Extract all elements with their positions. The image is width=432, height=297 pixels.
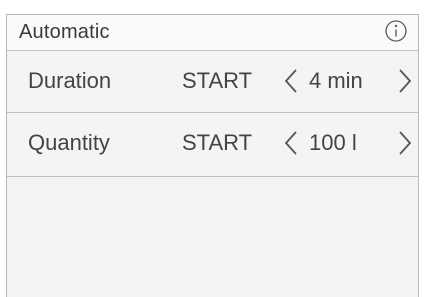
quantity-increase-chevron-right-icon[interactable]: [397, 129, 413, 157]
quantity-decrease-chevron-left-icon[interactable]: [283, 129, 299, 157]
quantity-row: Quantity START 100 l: [7, 113, 418, 177]
panel-header: Automatic: [7, 15, 418, 51]
duration-start-button[interactable]: START: [182, 68, 252, 94]
quantity-label: Quantity: [28, 130, 110, 155]
duration-decrease-chevron-left-icon[interactable]: [283, 67, 299, 95]
quantity-value: 100 l: [309, 130, 357, 155]
duration-value: 4 min: [309, 68, 363, 93]
quantity-start-button[interactable]: START: [182, 130, 252, 156]
automatic-panel: Automatic Duration START 4 min Quantity …: [6, 14, 419, 297]
empty-area: [7, 177, 418, 297]
duration-row: Duration START 4 min: [7, 51, 418, 113]
panel-title: Automatic: [19, 21, 110, 43]
info-icon[interactable]: [384, 19, 408, 43]
duration-label: Duration: [28, 68, 112, 93]
duration-increase-chevron-right-icon[interactable]: [397, 67, 413, 95]
